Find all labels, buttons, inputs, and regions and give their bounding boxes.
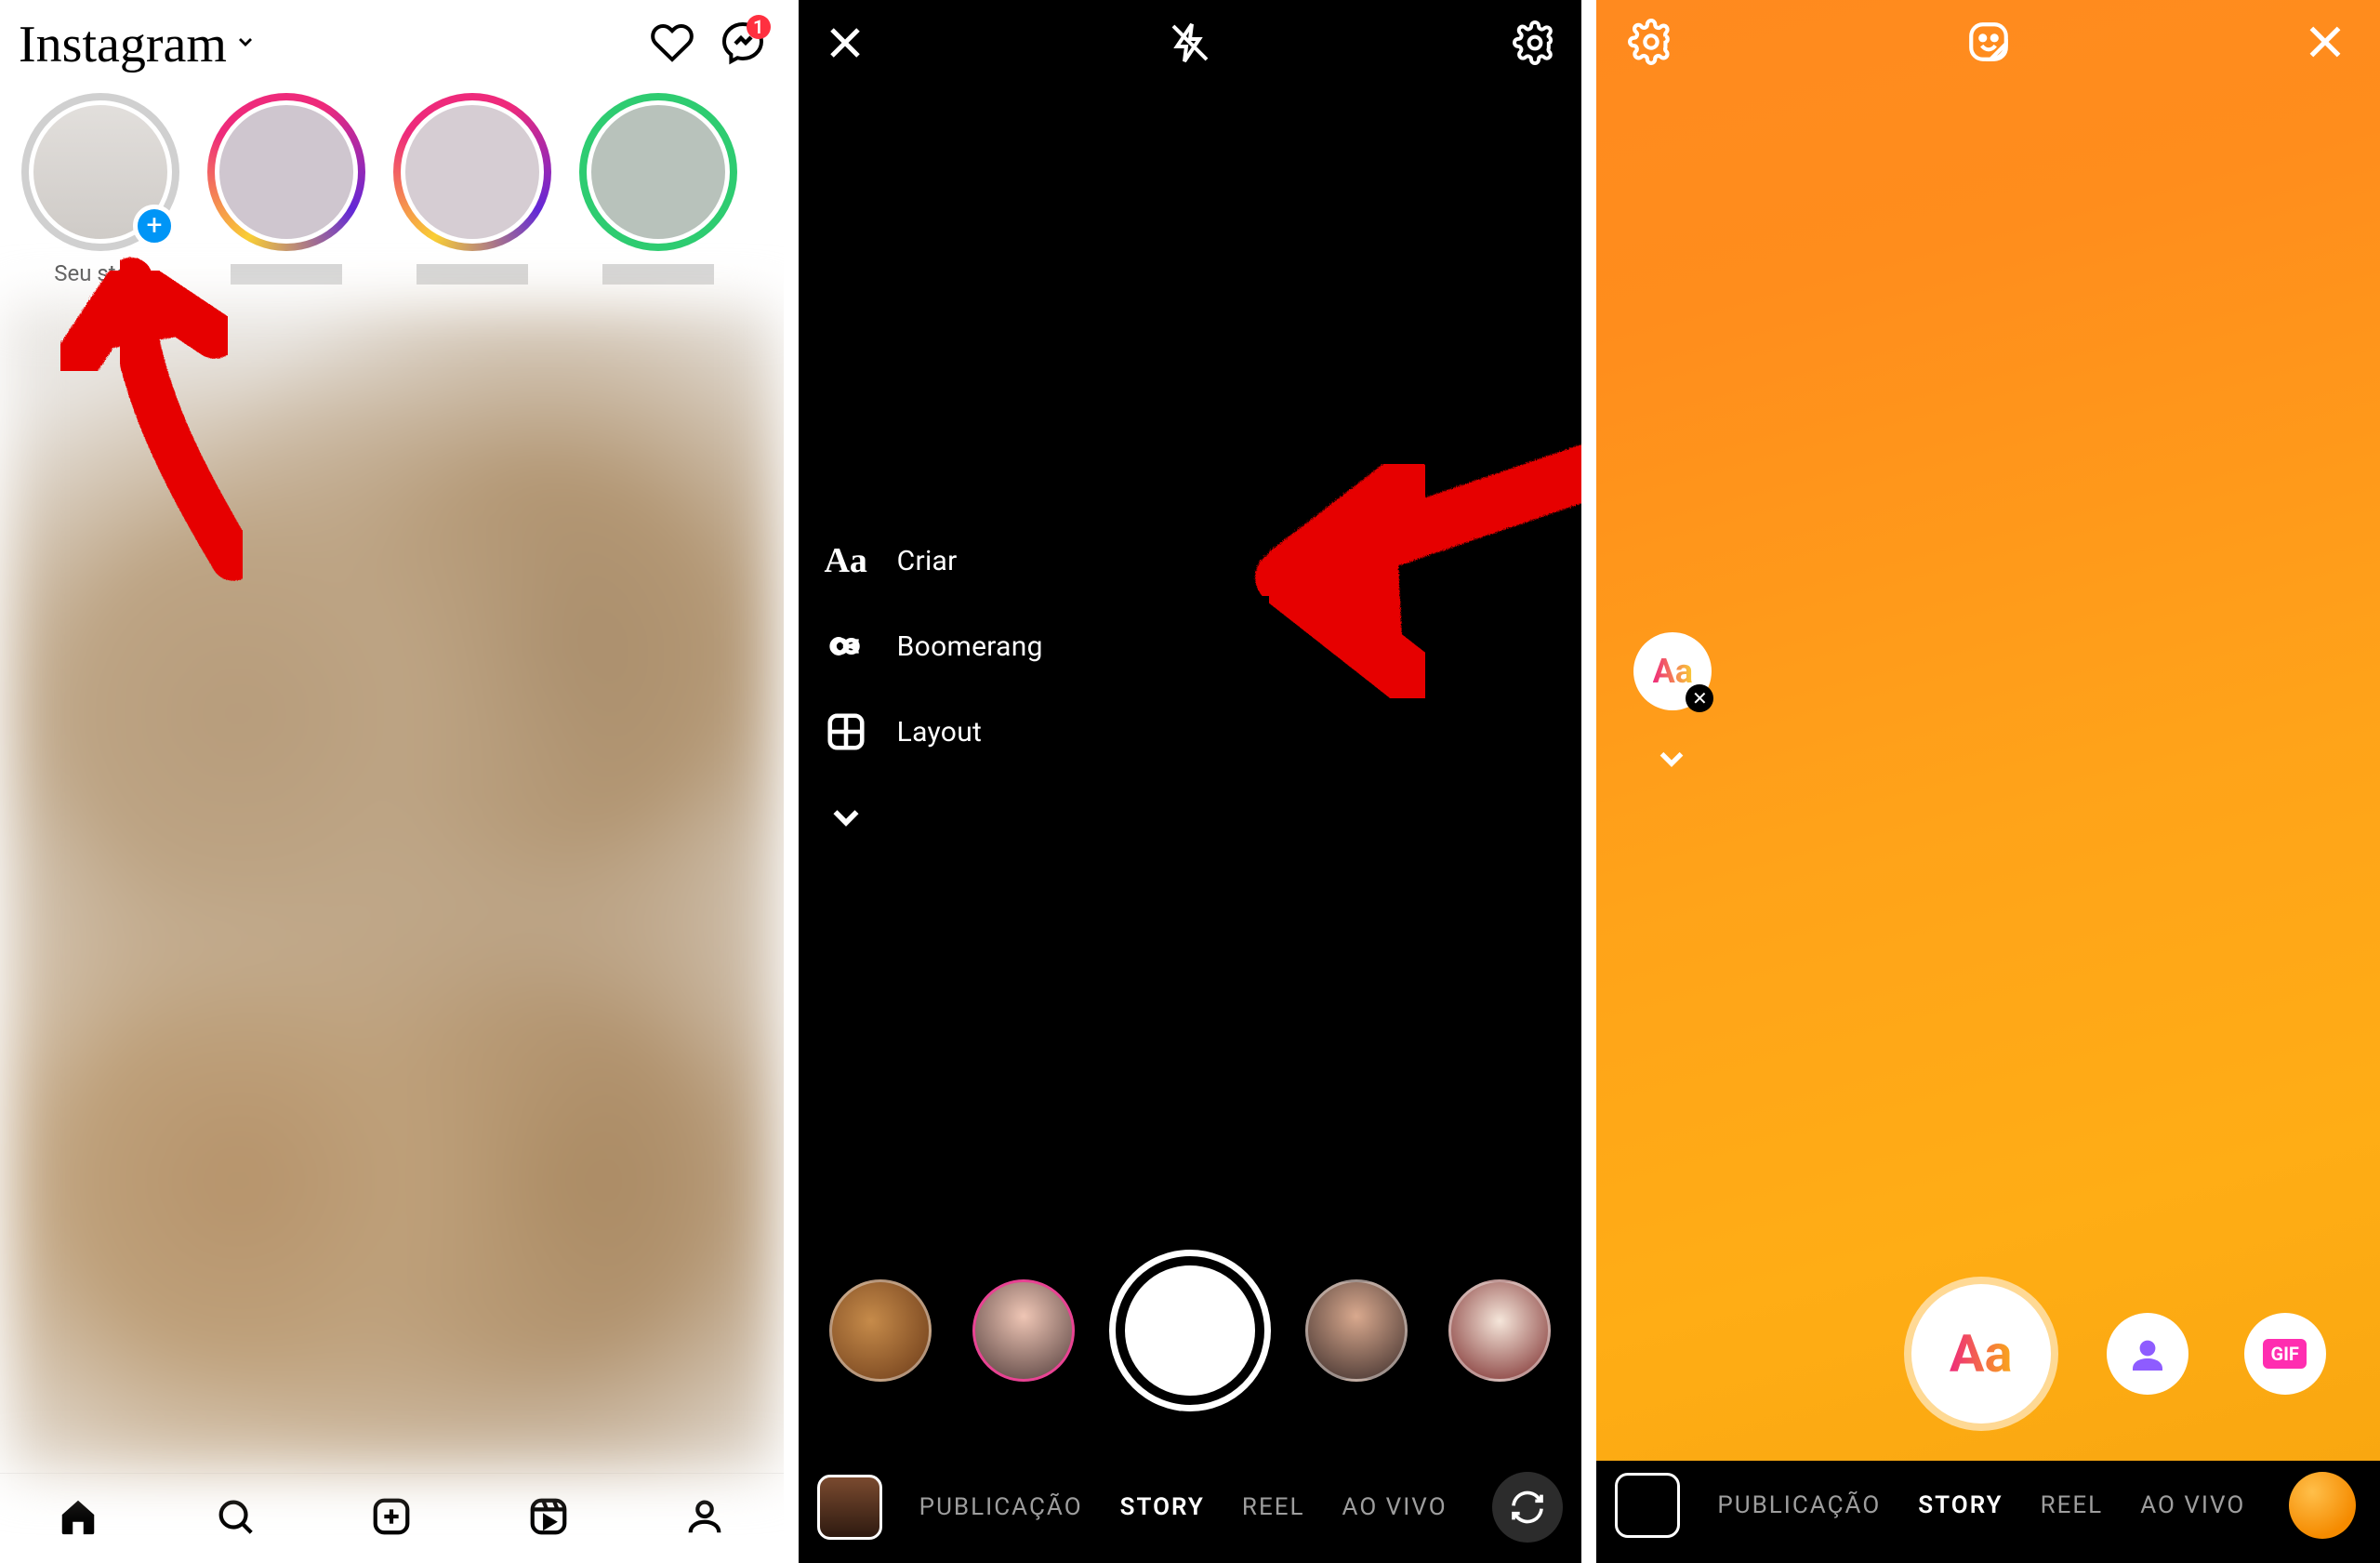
text-aa-icon: Aa xyxy=(825,539,867,582)
header-actions: 1 xyxy=(650,20,765,69)
chevron-down-icon xyxy=(825,796,867,839)
side-menu-layout[interactable]: Layout xyxy=(825,710,1043,753)
gif-label: GIF xyxy=(2263,1339,2306,1369)
capture-mode-bar[interactable]: PUBLICAÇÃO STORY REEL AO VIVO xyxy=(1596,1472,2380,1539)
mode-live[interactable]: AO VIVO xyxy=(1342,1493,1448,1521)
story-camera-screen: Aa Criar Boomerang Layout xyxy=(799,0,1582,1563)
feed-content-blurred xyxy=(7,305,776,1473)
home-tab-icon[interactable] xyxy=(54,1492,102,1541)
filter-carousel[interactable] xyxy=(799,1256,1582,1405)
add-story-plus-icon[interactable]: + xyxy=(133,205,176,247)
mode-story[interactable]: STORY xyxy=(1918,1491,2003,1519)
camera-side-menu: Aa Criar Boomerang Layout xyxy=(825,539,1043,839)
side-menu-label: Layout xyxy=(897,716,983,748)
mode-story[interactable]: STORY xyxy=(1120,1493,1205,1521)
messenger-badge: 1 xyxy=(747,15,771,39)
camera-top-bar xyxy=(799,0,1582,86)
text-aa-icon: Aa xyxy=(1653,652,1693,691)
settings-gear-icon[interactable] xyxy=(1628,19,1674,65)
side-menu-create[interactable]: Aa Criar xyxy=(825,539,1043,582)
side-menu-label: Criar xyxy=(897,545,958,577)
instagram-logo-dropdown[interactable]: Instagram xyxy=(19,15,257,74)
flash-off-icon[interactable] xyxy=(1168,20,1212,65)
infinity-icon xyxy=(825,625,867,668)
layout-grid-icon xyxy=(825,710,867,753)
filter-thumb[interactable] xyxy=(1448,1279,1551,1382)
text-create-button[interactable]: Aa xyxy=(1911,1284,2051,1424)
mention-button[interactable] xyxy=(2107,1313,2188,1395)
profile-tab-icon[interactable] xyxy=(681,1492,729,1541)
chevron-down-icon xyxy=(234,31,257,59)
your-story-label: Seu story xyxy=(54,260,147,286)
mode-post[interactable]: PUBLICAÇÃO xyxy=(919,1493,1083,1521)
story-username-redacted xyxy=(231,264,342,285)
filter-thumb[interactable] xyxy=(1305,1279,1408,1382)
bottom-tab-bar xyxy=(0,1473,784,1563)
gallery-button[interactable] xyxy=(1615,1473,1680,1538)
instagram-wordmark: Instagram xyxy=(19,15,227,74)
activity-heart-icon[interactable] xyxy=(650,20,694,69)
filter-thumb[interactable] xyxy=(829,1279,932,1382)
color-swap-button[interactable] xyxy=(2289,1472,2356,1539)
shutter-button[interactable] xyxy=(1116,1256,1264,1405)
search-tab-icon[interactable] xyxy=(211,1492,259,1541)
filter-thumb[interactable] xyxy=(972,1279,1075,1382)
story-username-redacted xyxy=(416,264,528,285)
tutorial-arrow-icon xyxy=(1068,307,1582,865)
reels-tab-icon[interactable] xyxy=(524,1492,573,1541)
settings-gear-icon[interactable] xyxy=(1513,20,1557,65)
instagram-feed-screen: Instagram 1 + Seu story xyxy=(0,0,784,1563)
create-tab-icon[interactable] xyxy=(367,1492,416,1541)
mode-live[interactable]: AO VIVO xyxy=(2140,1491,2245,1519)
create-top-bar xyxy=(1596,19,2380,65)
side-menu-label: Boomerang xyxy=(897,630,1043,663)
capture-mode-bar[interactable]: PUBLICAÇÃO STORY REEL AO VIVO xyxy=(799,1472,1582,1543)
story-item[interactable] xyxy=(203,93,370,285)
text-tool-chip[interactable]: Aa ✕ xyxy=(1633,632,1712,710)
feed-header: Instagram 1 xyxy=(0,0,784,82)
close-icon[interactable] xyxy=(2302,19,2348,65)
stories-tray[interactable]: + Seu story xyxy=(0,82,784,296)
mode-post[interactable]: PUBLICAÇÃO xyxy=(1717,1491,1881,1519)
story-item[interactable] xyxy=(389,93,556,285)
story-item[interactable] xyxy=(575,93,742,285)
close-icon[interactable] xyxy=(823,20,867,65)
gallery-button[interactable] xyxy=(817,1475,882,1540)
your-story[interactable]: + Seu story xyxy=(17,93,184,286)
mode-reel[interactable]: REEL xyxy=(1242,1493,1305,1521)
text-aa-icon: Aa xyxy=(1950,1323,2013,1384)
side-menu-boomerang[interactable]: Boomerang xyxy=(825,625,1043,668)
story-username-redacted xyxy=(602,264,714,285)
messenger-icon[interactable]: 1 xyxy=(721,20,765,69)
side-menu-expand[interactable] xyxy=(825,796,1043,839)
chevron-down-icon[interactable] xyxy=(1652,739,1691,782)
story-create-screen: Aa ✕ Aa GIF PUBLICAÇÃO STORY REEL AO VIV… xyxy=(1596,0,2380,1563)
sticker-icon[interactable] xyxy=(1965,19,2012,65)
mode-reel[interactable]: REEL xyxy=(2041,1491,2104,1519)
gif-button[interactable]: GIF xyxy=(2244,1313,2326,1395)
story-canvas[interactable] xyxy=(1596,0,2380,1461)
camera-switch-icon[interactable] xyxy=(1492,1472,1563,1543)
create-action-bar: Aa GIF xyxy=(1596,1284,2380,1424)
